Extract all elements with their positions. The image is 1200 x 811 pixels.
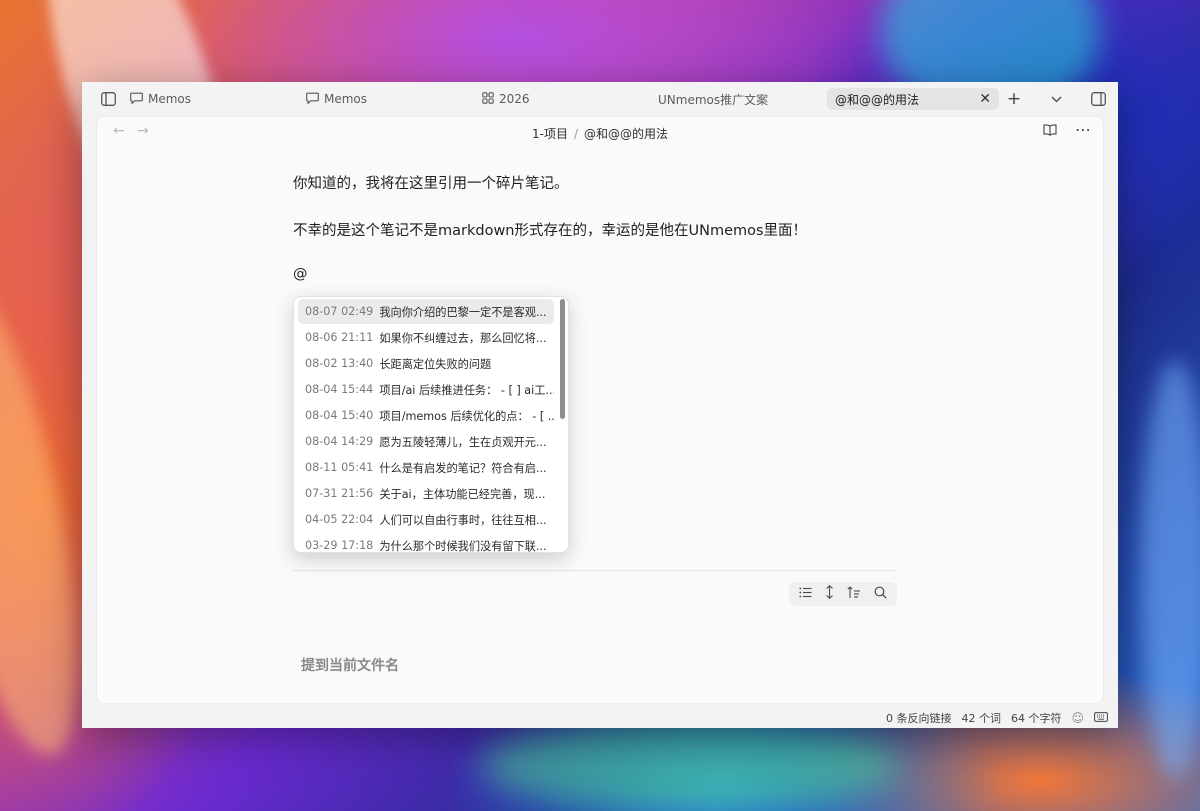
tab-unmemos[interactable]: UNmemos推广文案 <box>658 88 768 110</box>
suggestion-date: 08-02 13:40 <box>305 357 374 370</box>
reading-view-icon[interactable] <box>1043 124 1057 140</box>
suggestion-text: 项目/memos 后续优化的点： - [ ... <box>379 409 554 423</box>
new-tab-icon[interactable]: + <box>1006 89 1022 109</box>
mention-suggestion-popup: 08-07 02:49 我向你介绍的巴黎一定不是客观... 08-06 21:1… <box>293 296 569 553</box>
tab-label: @和@@的用法 <box>835 92 920 107</box>
suggestion-date: 04-05 22:04 <box>305 513 374 526</box>
keyboard-icon[interactable] <box>1094 711 1108 725</box>
suggestion-date: 03-29 17:18 <box>305 539 374 552</box>
suggestion-date: 08-07 02:49 <box>305 305 374 318</box>
popup-scrollbar[interactable] <box>560 299 565 419</box>
suggestion-text: 什么是有启发的笔记？符合有启... <box>379 461 547 475</box>
suggestion-date: 08-06 21:11 <box>305 331 374 344</box>
editor-pane: ← → 1-项目 / @和@@的用法 ⋯ 你知道的，我将在这里引用一个碎片笔记。 不… <box>96 116 1104 704</box>
suggestion-text: 关于ai，主体功能已经完善，现... <box>379 487 546 501</box>
suggestion-text: 愿为五陵轻薄儿，生在贞观开元... <box>379 435 547 449</box>
suggestion-text: 我向你介绍的巴黎一定不是客观... <box>379 305 547 319</box>
breadcrumb-folder[interactable]: 1-项目 <box>532 127 568 141</box>
note-cursor-line[interactable]: @ <box>293 266 308 282</box>
word-count: 42 个词 <box>961 712 1001 725</box>
suggestion-text: 人们可以自由行事时，往往互相... <box>379 513 547 527</box>
speech-bubble-icon <box>130 92 143 107</box>
status-bar: 0 条反向链接 42 个词 64 个字符 ☺ <box>82 708 1118 728</box>
suggestion-date: 08-04 15:44 <box>305 383 374 396</box>
suggestion-item[interactable]: 08-04 14:29 愿为五陵轻薄儿，生在贞观开元... <box>298 429 554 454</box>
suggestion-item[interactable]: 08-06 21:11 如果你不纠缠过去，那么回忆将... <box>298 325 554 350</box>
wallpaper-ribbon <box>480 720 900 810</box>
suggestion-item[interactable]: 08-11 05:41 什么是有启发的笔记？符合有启... <box>298 455 554 480</box>
close-icon[interactable]: ✕ <box>979 91 991 107</box>
suggestion-item[interactable]: 03-29 17:18 为什么那个时候我们没有留下联... <box>298 533 554 553</box>
note-paragraph[interactable]: 不幸的是这个笔记不是markdown形式存在的，幸运的是他在UNmemos里面！ <box>293 219 807 240</box>
speech-bubble-icon <box>306 92 319 107</box>
backlinks-toolbar <box>789 582 897 606</box>
app-window: Memos Memos 2026 UNmemos推广文案 @和@@的用法 ✕ + <box>82 82 1118 728</box>
breadcrumb-file[interactable]: @和@@的用法 <box>584 127 668 141</box>
backlink-count[interactable]: 0 条反向链接 <box>886 710 952 726</box>
backlinks-divider <box>293 570 897 571</box>
tab-label: 2026 <box>499 92 530 106</box>
tab-bar: Memos Memos 2026 UNmemos推广文案 @和@@的用法 ✕ + <box>82 82 1118 116</box>
breadcrumb: 1-项目 / @和@@的用法 <box>97 125 1103 142</box>
note-paragraph[interactable]: 你知道的，我将在这里引用一个碎片笔记。 <box>293 172 569 193</box>
suggestion-text: 长距离定位失败的问题 <box>379 357 492 371</box>
list-icon[interactable] <box>799 587 812 602</box>
expand-vertical-icon[interactable] <box>825 585 834 603</box>
tab-label: UNmemos推广文案 <box>658 92 769 107</box>
suggestion-date: 08-04 15:40 <box>305 409 374 422</box>
suggestion-date: 07-31 21:56 <box>305 487 374 500</box>
tab-label: Memos <box>324 92 368 106</box>
suggestion-item[interactable]: 08-04 15:40 项目/memos 后续优化的点： - [ ... <box>298 403 554 428</box>
suggestion-item[interactable]: 07-31 21:56 关于ai，主体功能已经完善，现... <box>298 481 554 506</box>
right-sidebar-toggle-icon[interactable] <box>1090 91 1106 107</box>
sort-icon[interactable] <box>847 585 861 603</box>
suggestion-item[interactable]: 08-02 13:40 长距离定位失败的问题 <box>298 351 554 376</box>
tab-memos-1[interactable]: Memos <box>130 88 191 110</box>
tab-2026[interactable]: 2026 <box>482 88 530 110</box>
tab-label: Memos <box>148 92 192 106</box>
search-icon[interactable] <box>874 586 887 603</box>
tab-memos-2[interactable]: Memos <box>306 88 367 110</box>
chevron-down-icon[interactable] <box>1048 91 1064 107</box>
grid-icon <box>482 91 494 107</box>
breadcrumb-separator: / <box>573 127 578 141</box>
suggestion-date: 08-11 05:41 <box>305 461 374 474</box>
backlinks-section-title: 提到当前文件名 <box>301 658 399 674</box>
suggestion-item[interactable]: 04-05 22:04 人们可以自由行事时，往往互相... <box>298 507 554 532</box>
sidebar-toggle-icon[interactable] <box>100 91 116 107</box>
suggestion-text: 项目/ai 后续推进任务： - [ ] ai工... <box>379 383 554 397</box>
suggestion-item[interactable]: 08-07 02:49 我向你介绍的巴黎一定不是客观... <box>298 299 554 324</box>
sync-status-icon[interactable]: ☺ <box>1071 711 1084 725</box>
tab-at-usage[interactable]: @和@@的用法 ✕ <box>827 88 999 110</box>
char-count: 64 个字符 <box>1010 712 1062 725</box>
suggestion-date: 08-04 14:29 <box>305 435 374 448</box>
wallpaper-ribbon <box>1140 360 1200 780</box>
more-options-icon[interactable]: ⋯ <box>1075 120 1091 139</box>
suggestion-text: 为什么那个时候我们没有留下联... <box>379 539 547 553</box>
suggestion-text: 如果你不纠缠过去，那么回忆将... <box>379 331 547 345</box>
suggestion-item[interactable]: 08-04 15:44 项目/ai 后续推进任务： - [ ] ai工... <box>298 377 554 402</box>
